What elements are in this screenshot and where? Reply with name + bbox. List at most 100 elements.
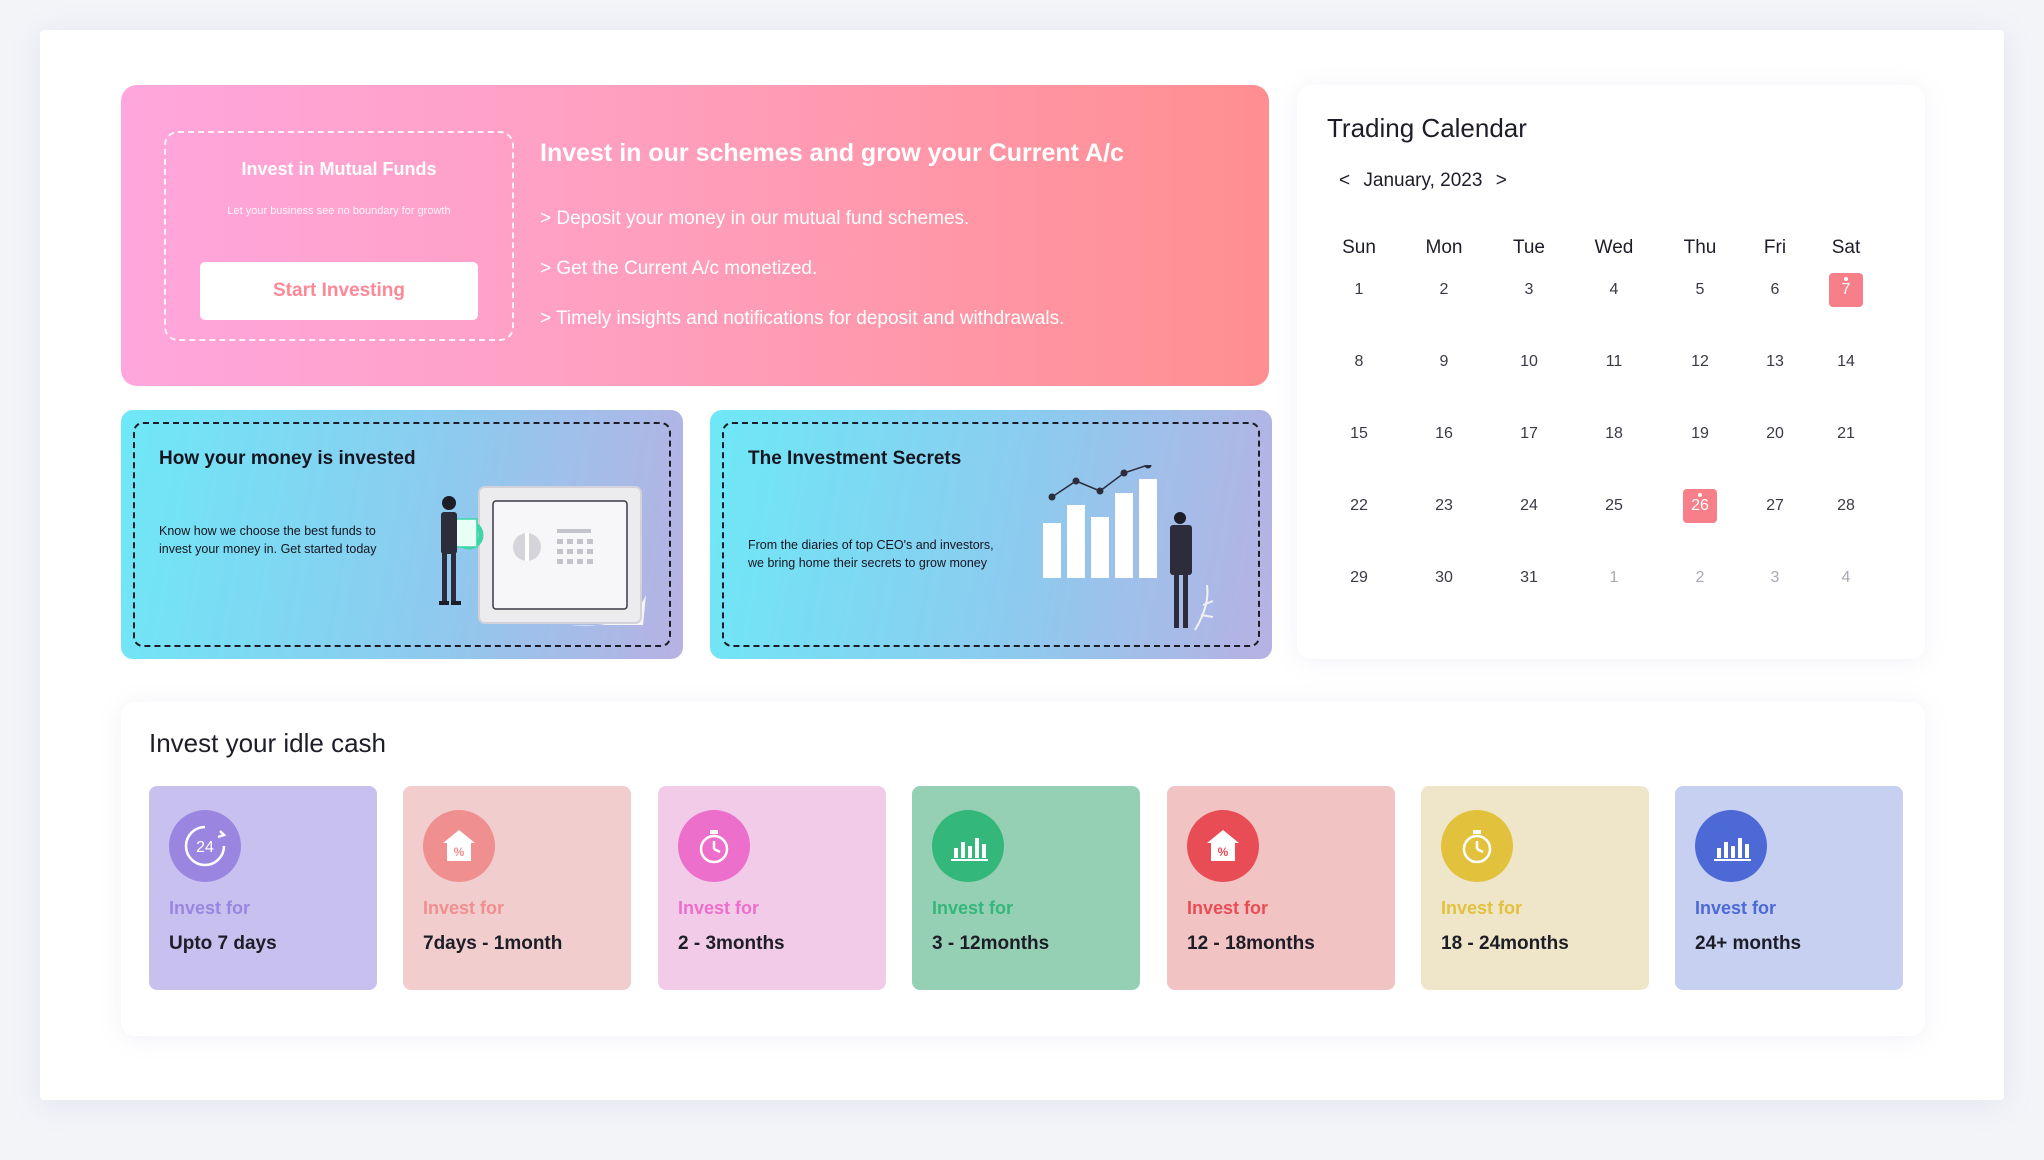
- calendar-day[interactable]: 9: [1414, 353, 1474, 371]
- tile-label: Invest for: [1441, 898, 1523, 918]
- calendar-day-outside-month[interactable]: 4: [1816, 569, 1876, 587]
- investment-secrets-card[interactable]: The Investment Secrets From the diaries …: [710, 410, 1272, 659]
- calendar-day[interactable]: 17: [1499, 425, 1559, 443]
- promo-subtitle: Let your business see no boundary for gr…: [227, 205, 451, 217]
- safe-illustration-icon: [439, 486, 646, 626]
- calendar-day[interactable]: 30: [1414, 569, 1474, 587]
- tile-label: Invest for: [932, 898, 1014, 918]
- idle-cash-section: Invest your idle cash 24 Invest for Upto…: [121, 702, 1925, 1036]
- calendar-day[interactable]: 16: [1414, 425, 1474, 443]
- tile-label: Invest for: [169, 898, 251, 918]
- tile-label: Invest for: [1187, 898, 1269, 918]
- percent-house-icon: %: [423, 810, 495, 882]
- current-month-label: January, 2023: [1363, 170, 1483, 191]
- calendar-day[interactable]: 8: [1329, 353, 1389, 371]
- weekday-label: Thu: [1683, 237, 1717, 258]
- banner-bullet: > Get the Current A/c monetized.: [540, 258, 818, 279]
- calendar-day[interactable]: 25: [1584, 497, 1644, 515]
- calendar-day[interactable]: 22: [1329, 497, 1389, 515]
- how-money-invested-card[interactable]: How your money is invested Know how we c…: [121, 410, 683, 659]
- calendar-day[interactable]: 27: [1745, 497, 1805, 515]
- tile-duration: 24+ months: [1695, 933, 1802, 954]
- tile-duration: Upto 7 days: [169, 933, 277, 954]
- growth-chart-illustration-icon: [1043, 465, 1214, 631]
- calendar-day[interactable]: 14: [1816, 353, 1876, 371]
- calendar-day[interactable]: 19: [1670, 425, 1730, 443]
- calendar-day[interactable]: 6: [1745, 281, 1805, 299]
- card-title: How your money is invested: [159, 448, 416, 469]
- svg-text:%: %: [454, 845, 465, 859]
- promo-title: Invest in Mutual Funds: [241, 159, 437, 179]
- calendar-week: 1 2 3 4 5 6 7: [1329, 259, 1899, 331]
- calendar-grid: Sun Mon Tue Wed Thu Fri Sat 1 2 3 4 5 6 …: [1329, 215, 1899, 619]
- weekday-header: Sun Mon Tue Wed Thu Fri Sat: [1329, 215, 1899, 259]
- calendar-day[interactable]: 18: [1584, 425, 1644, 443]
- section-title: Invest your idle cash: [149, 728, 387, 758]
- calendar-day[interactable]: 15: [1329, 425, 1389, 443]
- calendar-week: 29 30 31 1 2 3 4: [1329, 547, 1899, 619]
- invest-tile[interactable]: % Invest for 12 - 18months: [1167, 786, 1395, 990]
- tile-duration: 7days - 1month: [423, 933, 563, 954]
- invest-tile[interactable]: 24 Invest for Upto 7 days: [149, 786, 377, 990]
- bar-chart-icon: [1695, 810, 1767, 882]
- 24-hours-icon: 24: [169, 810, 241, 882]
- percent-house-icon: %: [1187, 810, 1259, 882]
- calendar-title: Trading Calendar: [1327, 113, 1527, 143]
- tile-duration: 3 - 12months: [932, 933, 1050, 954]
- month-navigator: < January, 2023 >: [1339, 170, 1507, 192]
- svg-text:%: %: [1218, 845, 1229, 859]
- weekday-label: Wed: [1594, 237, 1634, 258]
- card-description: From the diaries of top CEO's and invest…: [748, 538, 994, 570]
- calendar-day[interactable]: 2: [1414, 281, 1474, 299]
- invest-tile[interactable]: % Invest for 7days - 1month: [403, 786, 631, 990]
- weekday-label: Tue: [1512, 237, 1546, 258]
- tile-label: Invest for: [678, 898, 760, 918]
- calendar-day[interactable]: 5: [1670, 281, 1730, 299]
- calendar-day[interactable]: 4: [1584, 281, 1644, 299]
- calendar-day[interactable]: 13: [1745, 353, 1805, 371]
- start-investing-button[interactable]: Start Investing: [200, 262, 478, 320]
- stopwatch-icon: [1441, 810, 1513, 882]
- calendar-day-outside-month[interactable]: 3: [1745, 569, 1805, 587]
- trading-calendar: Trading Calendar < January, 2023 > Sun M…: [1297, 85, 1925, 659]
- calendar-day[interactable]: 10: [1499, 353, 1559, 371]
- calendar-day-outside-month[interactable]: 2: [1670, 569, 1730, 587]
- banner-heading: Invest in our schemes and grow your Curr…: [540, 139, 1124, 167]
- calendar-week: 22 23 24 25 26 27 28: [1329, 475, 1899, 547]
- highlighted-day-label: 26: [1683, 489, 1717, 523]
- banner-bullet: > Deposit your money in our mutual fund …: [540, 208, 970, 229]
- card-description: Know how we choose the best funds to inv…: [159, 524, 377, 556]
- calendar-day-outside-month[interactable]: 1: [1584, 569, 1644, 587]
- calendar-day-highlighted[interactable]: 7: [1816, 273, 1876, 307]
- invest-tile[interactable]: Invest for 2 - 3months: [658, 786, 886, 990]
- tile-duration: 12 - 18months: [1187, 933, 1315, 954]
- calendar-week: 15 16 17 18 19 20 21: [1329, 403, 1899, 475]
- banner-bullet: > Timely insights and notifications for …: [540, 308, 1065, 329]
- invest-tile[interactable]: Invest for 18 - 24months: [1421, 786, 1649, 990]
- mutual-fund-promo-box: Invest in Mutual Funds Let your business…: [164, 131, 514, 341]
- calendar-day[interactable]: 12: [1670, 353, 1730, 371]
- calendar-day[interactable]: 24: [1499, 497, 1559, 515]
- calendar-day[interactable]: 23: [1414, 497, 1474, 515]
- tile-label: Invest for: [1695, 898, 1777, 918]
- calendar-day[interactable]: 11: [1584, 353, 1644, 371]
- calendar-week: 8 9 10 11 12 13 14: [1329, 331, 1899, 403]
- calendar-day[interactable]: 1: [1329, 281, 1389, 299]
- tile-duration: 2 - 3months: [678, 933, 785, 954]
- weekday-label: Sun: [1342, 237, 1376, 258]
- next-month-button[interactable]: >: [1488, 170, 1507, 192]
- invest-tile[interactable]: Invest for 3 - 12months: [912, 786, 1140, 990]
- calendar-day[interactable]: 3: [1499, 281, 1559, 299]
- calendar-day-highlighted[interactable]: 26: [1670, 489, 1730, 523]
- prev-month-button[interactable]: <: [1339, 170, 1358, 192]
- calendar-day[interactable]: 21: [1816, 425, 1876, 443]
- calendar-day[interactable]: 28: [1816, 497, 1876, 515]
- invest-tile[interactable]: Invest for 24+ months: [1675, 786, 1903, 990]
- calendar-day[interactable]: 31: [1499, 569, 1559, 587]
- tile-duration: 18 - 24months: [1441, 933, 1569, 954]
- calendar-day[interactable]: 20: [1745, 425, 1805, 443]
- bar-chart-icon: [932, 810, 1004, 882]
- mutual-fund-banner: Invest in Mutual Funds Let your business…: [121, 85, 1269, 386]
- calendar-day[interactable]: 29: [1329, 569, 1389, 587]
- weekday-label: Fri: [1763, 237, 1787, 258]
